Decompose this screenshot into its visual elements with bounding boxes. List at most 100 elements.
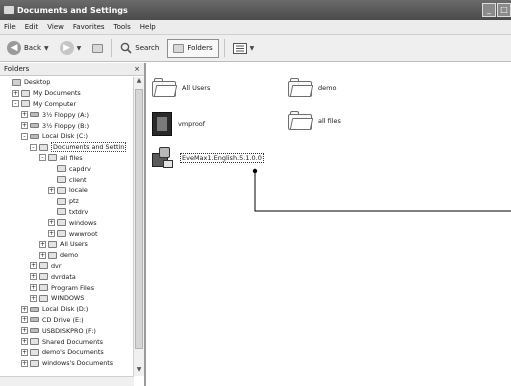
file-item-vmproof[interactable]: vmproof — [152, 112, 205, 136]
expand-icon[interactable]: + — [48, 186, 55, 194]
expand-icon[interactable]: + — [21, 111, 28, 119]
search-label: Search — [135, 44, 160, 52]
tree-item[interactable]: + USBDISKPRO (F:) — [0, 325, 134, 336]
scroll-thumb[interactable] — [135, 89, 143, 349]
tree-item[interactable]: + Program Files — [0, 282, 134, 293]
desktop-icon — [12, 78, 21, 86]
tree-item[interactable]: - Local Disk (C:) — [0, 131, 134, 142]
menu-file[interactable]: File — [4, 23, 16, 31]
search-button[interactable]: Search — [117, 38, 162, 58]
folder-item-all-files[interactable]: all files — [288, 111, 341, 130]
folder-item-demo[interactable]: demo — [288, 78, 336, 97]
tree-item-label: Local Disk (D:) — [42, 305, 89, 314]
expand-icon[interactable]: + — [21, 338, 28, 346]
menu-edit[interactable]: Edit — [25, 23, 39, 31]
folder-item-all-users[interactable]: All Users — [152, 78, 210, 97]
folders-label: Folders — [187, 44, 213, 52]
tree-item-label: ptz — [69, 197, 79, 206]
drive-icon — [30, 328, 39, 334]
expand-icon[interactable]: + — [21, 327, 28, 335]
views-icon — [232, 42, 247, 54]
file-item-installer[interactable]: EveMax1.English.5.1.0.0 — [150, 146, 264, 170]
menu-view[interactable]: View — [47, 23, 64, 31]
menu-help[interactable]: Help — [140, 23, 156, 31]
tree-item-label: txtdrv — [69, 207, 89, 216]
maximize-button[interactable]: □ — [497, 3, 511, 17]
item-label: EveMax1.English.5.1.0.0 — [180, 153, 264, 163]
scroll-up-icon[interactable]: ▲ — [134, 77, 144, 87]
tree-item[interactable]: + demo — [0, 250, 134, 261]
tree-item-label: Documents and Settin — [51, 142, 127, 153]
folder-icon — [48, 251, 57, 259]
tree-item[interactable]: ptz — [0, 196, 134, 207]
tree-item[interactable]: + Shared Documents — [0, 336, 134, 347]
tree-item[interactable]: + Local Disk (D:) — [0, 304, 134, 315]
up-folder-button[interactable] — [89, 38, 106, 58]
tree-item[interactable]: +3½ Floppy (B:) — [0, 120, 134, 131]
folders-button[interactable]: Folders — [167, 38, 219, 58]
tree-item[interactable]: txtdrv — [0, 207, 134, 218]
tree-item-label: CD Drive (E:) — [42, 315, 84, 324]
tree-item[interactable]: + windows's Documents — [0, 358, 134, 369]
folder-icon — [39, 262, 48, 270]
collapse-icon[interactable]: - — [21, 132, 28, 140]
forward-button[interactable]: ▶ ▼ — [57, 38, 85, 58]
folder-icon — [288, 111, 314, 130]
folder-icon — [57, 219, 66, 227]
expand-icon[interactable]: + — [21, 316, 28, 324]
tree-item[interactable]: + windows — [0, 217, 134, 228]
expand-icon[interactable]: + — [48, 219, 55, 227]
tree-item-label: Shared Documents — [42, 337, 103, 346]
tree-item-label: My Documents — [33, 89, 81, 98]
collapse-icon[interactable]: - — [39, 154, 46, 162]
tree-item[interactable]: client — [0, 174, 134, 185]
minimize-button[interactable]: _ — [482, 3, 496, 17]
tree-item[interactable]: + dvr — [0, 261, 134, 272]
expand-icon[interactable]: + — [21, 122, 28, 130]
expand-icon[interactable]: + — [30, 273, 37, 281]
expand-icon[interactable]: + — [30, 294, 37, 302]
expand-icon[interactable]: + — [12, 89, 19, 97]
toolbar: ◀ Back ▼ ▶ ▼ Search Folders ▼ — [0, 35, 511, 62]
tree-item[interactable]: + wwwroot — [0, 228, 134, 239]
expand-icon[interactable]: + — [30, 262, 37, 270]
tree-item[interactable]: capdrv — [0, 163, 134, 174]
collapse-icon[interactable]: - — [30, 143, 37, 151]
expand-icon[interactable]: + — [21, 348, 28, 356]
close-icon[interactable]: × — [134, 65, 140, 73]
folder-icon — [30, 338, 39, 346]
views-button[interactable]: ▼ — [230, 38, 258, 58]
chevron-down-icon: ▼ — [249, 44, 255, 52]
tree-item[interactable]: + dvrdata — [0, 271, 134, 282]
expand-icon[interactable]: + — [21, 305, 28, 313]
chevron-down-icon: ▼ — [76, 44, 82, 52]
tree-item-label: USBDISKPRO (F:) — [42, 326, 96, 335]
expand-icon[interactable]: + — [30, 284, 37, 292]
tree-item[interactable]: - all files — [0, 153, 134, 164]
up-folder-icon — [92, 43, 104, 53]
tree-item[interactable]: Desktop — [0, 77, 134, 88]
tree-item[interactable]: + demo's Documents — [0, 347, 134, 358]
tree-item[interactable]: - My Computer — [0, 99, 134, 110]
expand-icon[interactable]: + — [21, 359, 28, 367]
menu-favorites[interactable]: Favorites — [73, 23, 105, 31]
expand-icon[interactable]: + — [48, 230, 55, 238]
tree-item[interactable]: - Documents and Settin — [0, 142, 134, 153]
expand-icon[interactable]: + — [39, 251, 46, 259]
tree-item[interactable]: + My Documents — [0, 88, 134, 99]
back-button[interactable]: ◀ Back ▼ — [4, 38, 52, 58]
menu-tools[interactable]: Tools — [114, 23, 131, 31]
folder-icon — [39, 143, 48, 151]
tree-item[interactable]: +3½ Floppy (A:) — [0, 109, 134, 120]
tree-item[interactable]: + All Users — [0, 239, 134, 250]
drive-icon — [30, 123, 39, 129]
tree-item-label: 3½ Floppy (B:) — [42, 121, 90, 130]
tree-horizontal-scrollbar[interactable] — [0, 376, 134, 386]
expand-icon[interactable]: + — [39, 240, 46, 248]
tree-item[interactable]: + WINDOWS — [0, 293, 134, 304]
collapse-icon[interactable]: - — [12, 100, 19, 108]
tree-item[interactable]: + locale — [0, 185, 134, 196]
scroll-down-icon[interactable]: ▼ — [134, 366, 144, 376]
tree-item[interactable]: + CD Drive (E:) — [0, 315, 134, 326]
tree-vertical-scrollbar[interactable]: ▲ ▼ — [133, 77, 144, 376]
